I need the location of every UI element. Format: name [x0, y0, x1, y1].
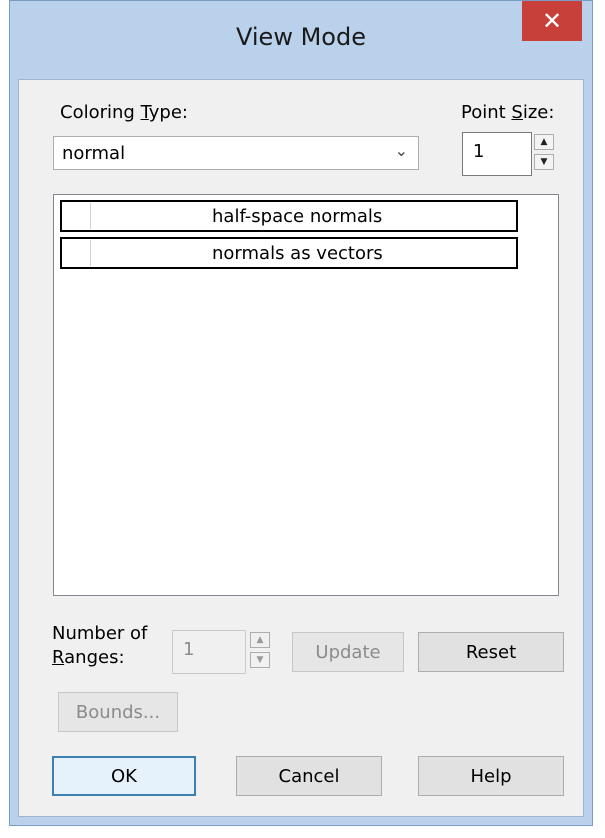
cancel-button[interactable]: Cancel	[236, 756, 382, 796]
list-item-label: half-space normals	[212, 206, 383, 227]
ranges-value: 1	[183, 639, 195, 660]
list-item-half-space-normals[interactable]: half-space normals	[60, 200, 518, 232]
point-size-spinner[interactable]: ▲ ▼	[534, 134, 554, 170]
point-size-label: Point Size:	[461, 102, 554, 123]
point-size-value: 1	[473, 141, 485, 162]
reset-button[interactable]: Reset	[418, 632, 564, 672]
spin-down-icon[interactable]: ▼	[534, 154, 554, 170]
number-of-ranges-input[interactable]: 1	[172, 630, 246, 674]
help-button[interactable]: Help	[418, 756, 564, 796]
title-bar[interactable]: View Mode ✕	[10, 1, 592, 79]
bounds-button[interactable]: Bounds...	[58, 692, 178, 732]
list-item-normals-as-vectors[interactable]: normals as vectors	[60, 237, 518, 269]
ranges-label-line1: Number of	[52, 623, 148, 644]
spin-up-icon[interactable]: ▲	[534, 134, 554, 150]
spin-down-icon[interactable]: ▼	[250, 652, 270, 668]
coloring-type-label: Coloring Type:	[60, 102, 188, 123]
coloring-type-select[interactable]: normal ⌄	[53, 136, 419, 170]
close-icon: ✕	[541, 7, 563, 35]
ranges-label-rest: anges:	[64, 647, 125, 668]
ranges-label-accel: R	[52, 647, 65, 668]
coloring-type-label-suffix: ype:	[148, 102, 188, 123]
spin-up-icon[interactable]: ▲	[250, 632, 270, 648]
point-size-label-suffix: ize:	[522, 102, 555, 123]
coloring-type-selected-value: normal	[62, 143, 126, 164]
normals-listbox[interactable]: half-space normals normals as vectors	[53, 194, 559, 596]
coloring-type-label-prefix: Coloring	[60, 102, 141, 123]
point-size-input[interactable]: 1	[462, 132, 532, 176]
close-button[interactable]: ✕	[522, 1, 582, 41]
ranges-spinner[interactable]: ▲ ▼	[250, 632, 270, 668]
number-of-ranges-label: Number of Ranges:	[52, 622, 147, 670]
point-size-label-prefix: Point	[461, 102, 512, 123]
update-button[interactable]: Update	[292, 632, 404, 672]
list-item-label: normals as vectors	[212, 243, 383, 264]
checkbox[interactable]	[64, 240, 91, 266]
dialog-title: View Mode	[236, 23, 366, 51]
chevron-down-icon: ⌄	[394, 141, 408, 160]
point-size-label-accel: S	[511, 102, 523, 123]
ok-button[interactable]: OK	[52, 756, 196, 796]
coloring-type-label-accel: T	[140, 102, 149, 123]
checkbox[interactable]	[64, 203, 91, 229]
